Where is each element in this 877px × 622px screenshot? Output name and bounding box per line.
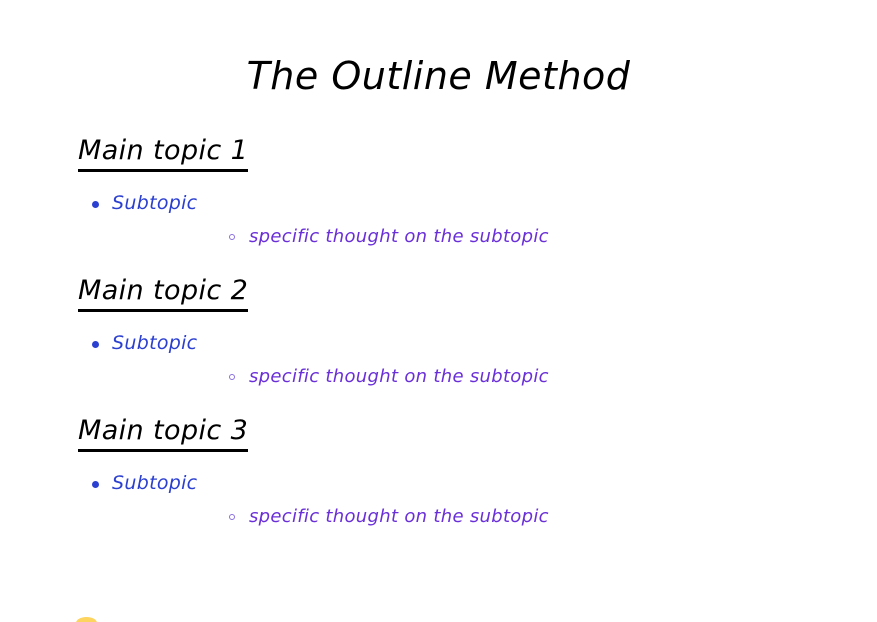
main-topic-heading: Main topic 1 (78, 134, 249, 172)
document-page: The Outline Method Main topic 1 Subtopic… (0, 0, 877, 622)
detail-label: specific thought on the subtopic (249, 226, 549, 247)
page-title: The Outline Method (246, 54, 631, 98)
outline-group: Main topic 3 Subtopic specific thought o… (0, 414, 877, 528)
outline-group: Main topic 2 Subtopic specific thought o… (0, 274, 877, 388)
list-item-subtopic: Subtopic specific thought on the subtopi… (0, 192, 877, 248)
list-item-detail: specific thought on the subtopic (112, 506, 877, 528)
main-topic-heading: Main topic 2 (78, 274, 249, 312)
disc-bullet-icon (92, 341, 99, 348)
detail-list: specific thought on the subtopic (112, 506, 877, 528)
detail-list: specific thought on the subtopic (112, 366, 877, 388)
list-item-detail: specific thought on the subtopic (112, 366, 877, 388)
detail-list: specific thought on the subtopic (112, 226, 877, 248)
list-item-subtopic: Subtopic specific thought on the subtopi… (0, 332, 877, 388)
circle-bullet-icon (229, 514, 235, 520)
subtopic-label: Subtopic (112, 472, 198, 494)
subtopic-list: Subtopic specific thought on the subtopi… (0, 472, 877, 528)
detail-label: specific thought on the subtopic (249, 506, 549, 527)
circle-bullet-icon (229, 234, 235, 240)
main-topic-heading: Main topic 3 (78, 414, 249, 452)
circle-bullet-icon (229, 374, 235, 380)
subtopic-label: Subtopic (112, 192, 198, 214)
subtopic-list: Subtopic specific thought on the subtopi… (0, 332, 877, 388)
outline-body: Main topic 1 Subtopic specific thought o… (0, 134, 877, 554)
subtopic-list: Subtopic specific thought on the subtopi… (0, 192, 877, 248)
list-item-detail: specific thought on the subtopic (112, 226, 877, 248)
subtopic-label: Subtopic (112, 332, 198, 354)
clipped-highlight-bullet (76, 617, 97, 622)
list-item-subtopic: Subtopic specific thought on the subtopi… (0, 472, 877, 528)
disc-bullet-icon (92, 481, 99, 488)
disc-bullet-icon (92, 201, 99, 208)
outline-group: Main topic 1 Subtopic specific thought o… (0, 134, 877, 248)
detail-label: specific thought on the subtopic (249, 366, 549, 387)
